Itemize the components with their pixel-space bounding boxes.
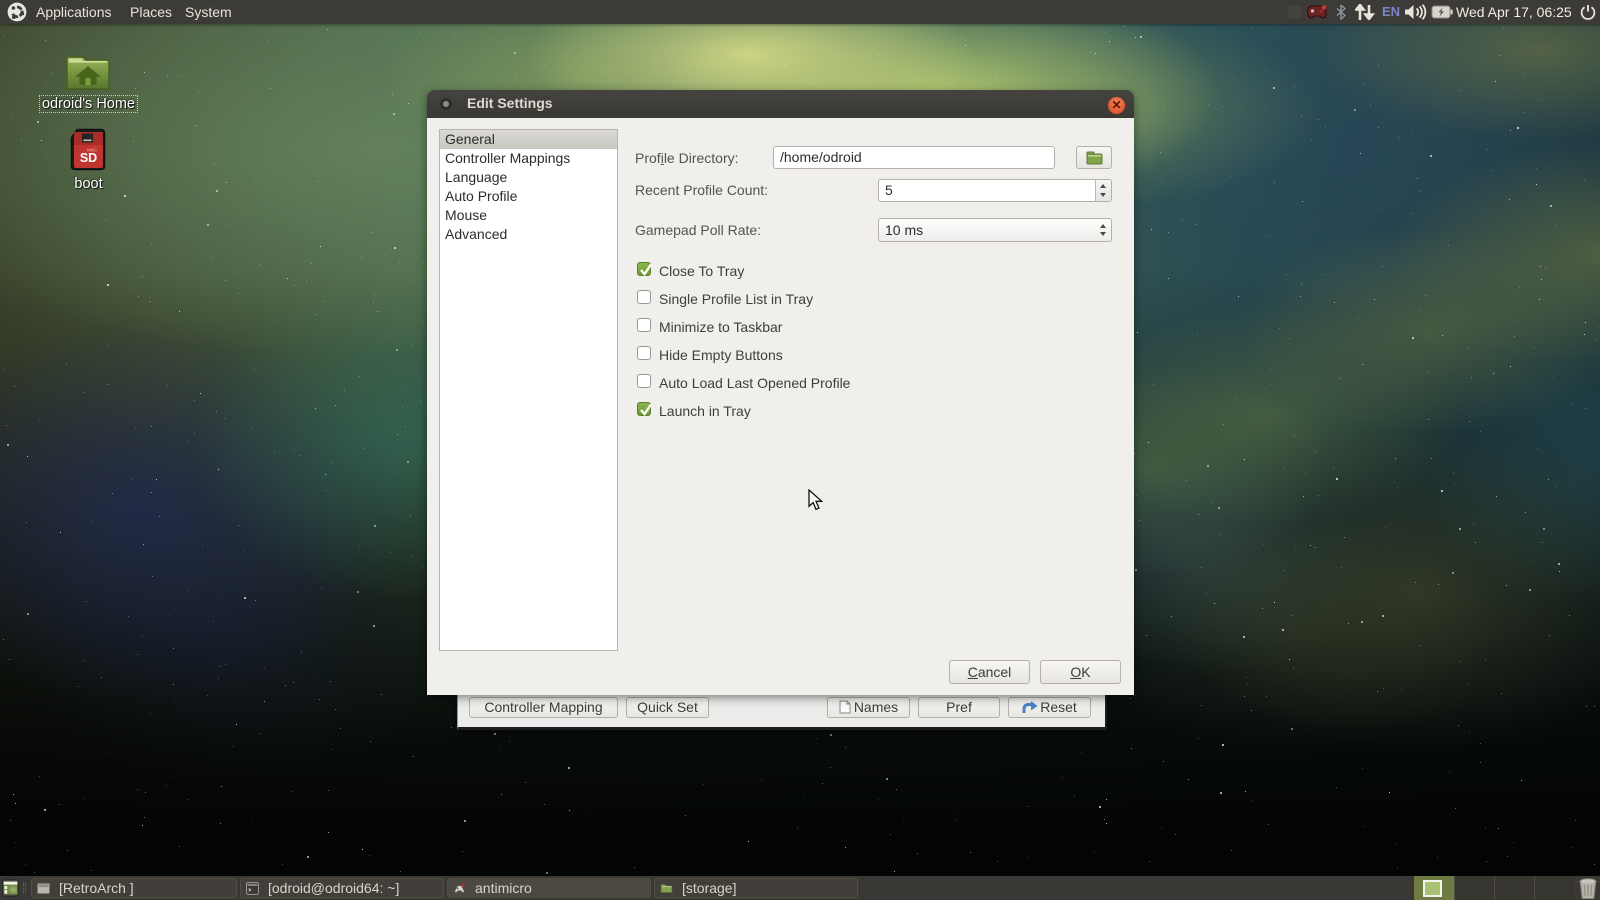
svg-text:SD: SD [80,151,97,165]
